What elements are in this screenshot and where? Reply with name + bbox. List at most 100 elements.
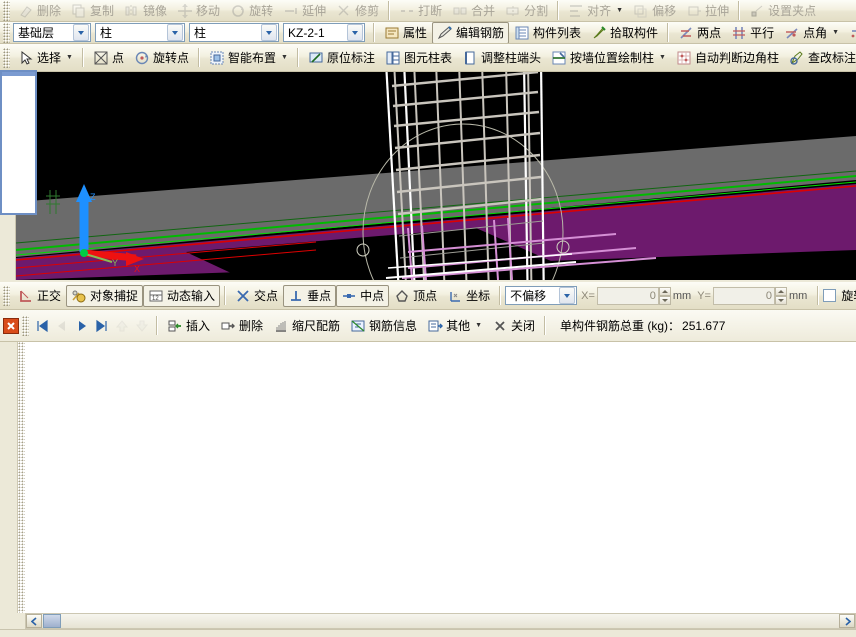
toolbar-item-label: 动态输入 — [167, 288, 216, 303]
table-gutter — [0, 342, 18, 613]
toolbar-item-label: 交点 — [254, 288, 279, 303]
perpendicular-snap-button[interactable]: 垂点 — [283, 284, 337, 307]
point-button[interactable]: 点 — [88, 47, 129, 69]
intersection-snap-button[interactable]: 交点 — [230, 285, 283, 307]
svg-text:12: 12 — [152, 296, 159, 302]
table-grip-dots[interactable] — [18, 342, 25, 613]
chevron-down-icon[interactable]: ▼ — [281, 54, 288, 61]
last-record-button[interactable] — [92, 316, 112, 336]
select-arrow-button[interactable]: 选择 ▼ — [13, 47, 78, 69]
smart-layout-button[interactable]: 智能布置 ▼ — [204, 47, 293, 69]
check-edit-annotation-button[interactable]: 查改标注 — [784, 47, 856, 69]
divider — [544, 316, 547, 335]
rotate-checkbox[interactable] — [823, 289, 837, 302]
chevron-down-icon[interactable] — [73, 24, 89, 41]
scale-rebar-button[interactable]: 缩尺配筋 — [268, 315, 345, 337]
element-column-table-button[interactable]: 图元柱表 — [380, 47, 457, 69]
floor-combo[interactable]: 基础层 — [13, 23, 91, 42]
align-button: 对齐 ▼ — [563, 0, 628, 21]
toolbar-item-label: 合并 — [471, 3, 496, 18]
x-offset-input[interactable]: 0 — [596, 286, 659, 305]
pick-member-button[interactable]: 拾取构件 — [586, 22, 663, 43]
adjust-column-end-button[interactable]: 调整柱端头 — [457, 47, 546, 69]
close-button[interactable]: 关闭 — [487, 315, 540, 337]
other-button[interactable]: 其他 ▼ — [422, 315, 487, 337]
chevron-down-icon[interactable]: ▼ — [475, 322, 482, 329]
horizontal-scrollbar[interactable] — [25, 613, 856, 629]
chevron-down-icon[interactable] — [167, 24, 183, 41]
toolbar-grip[interactable] — [3, 285, 10, 306]
total-weight-label: 单构件钢筋总重 (kg)： — [560, 319, 681, 333]
category-combo[interactable]: 柱 — [95, 23, 185, 42]
offset-mode-value: 不偏移 — [510, 289, 547, 303]
auto-corner-column-button[interactable]: 自动判断边角柱 — [671, 47, 784, 69]
3d-scene: Z X Y — [16, 72, 856, 280]
chevron-down-icon[interactable] — [261, 24, 277, 41]
toolbar-grip[interactable] — [3, 22, 10, 43]
vertex-snap-button[interactable]: 顶点 — [389, 285, 442, 307]
next-record-button[interactable] — [72, 316, 92, 336]
ortho-button[interactable]: 正交 — [13, 285, 66, 307]
member-combo[interactable]: KZ-2-1 — [283, 23, 365, 42]
3d-viewport[interactable]: Z X Y — [16, 72, 856, 280]
chevron-down-icon[interactable]: ▼ — [659, 54, 666, 61]
toolbar-item-label: 中点 — [360, 288, 385, 303]
type-combo[interactable]: 柱 — [189, 23, 279, 42]
three-point-axis-button[interactable]: 三点辅轴▼ — [844, 22, 856, 43]
break-button: 打断 — [394, 0, 447, 21]
delete-row-button[interactable]: 删除 — [215, 315, 268, 337]
point-angle-button[interactable]: 点角 ▼ — [779, 22, 844, 43]
y-offset-input[interactable]: 0 — [712, 286, 775, 305]
divider — [667, 23, 670, 42]
split-button: 分割 — [500, 0, 553, 21]
scroll-right-button[interactable] — [839, 614, 855, 628]
properties-button[interactable]: 属性 — [379, 22, 432, 43]
in-place-annotation-button[interactable]: 原位标注 — [303, 47, 380, 69]
chevron-down-icon[interactable] — [347, 24, 363, 41]
two-point-axis-button[interactable]: 两点 — [673, 22, 726, 43]
chevron-down-icon[interactable]: ▼ — [66, 54, 73, 61]
insert-row-button[interactable]: 插入 — [162, 315, 215, 337]
floor-combo-value: 基础层 — [18, 26, 55, 40]
horizontal-scrollbar-thumb[interactable] — [43, 614, 61, 628]
offset-mode-combo[interactable]: 不偏移 — [505, 286, 578, 305]
edit-rebar-button[interactable]: 编辑钢筋 — [432, 22, 510, 43]
rebar-info-button[interactable]: 钢筋信息 — [345, 315, 422, 337]
toolbar-item-label: 设置夹点 — [768, 3, 817, 18]
toolbar-item-label: 旋转 — [249, 3, 274, 18]
toolbar-item-label: 镜像 — [143, 3, 168, 18]
toolbar-item-label: 垂点 — [307, 288, 332, 303]
edit-toolbar: 删除 复制 镜像 移动 旋转 延伸 修剪 打断 合并 分割 对齐 ▼ 偏移 拉伸 设置夹点 — [0, 0, 856, 22]
rebar-table-container[interactable]: 筋号直径(mm)级别图号图形计算公式公式描述长度(mm)根数 1*B边纵筋.12… — [0, 342, 856, 613]
toolbar-grip[interactable] — [3, 47, 10, 68]
toolbar-item-label: 选择 — [37, 50, 62, 65]
coordinate-snap-button[interactable]: 坐标 — [442, 285, 495, 307]
offset-button: 偏移 — [628, 0, 681, 21]
chevron-down-icon[interactable] — [559, 287, 576, 304]
dynamic-input-button[interactable]: 12 动态输入 — [143, 284, 221, 307]
chevron-down-icon[interactable]: ▼ — [616, 7, 623, 14]
rotate-point-button[interactable]: 旋转点 — [129, 47, 194, 69]
record-nav-group — [32, 316, 152, 336]
midpoint-snap-button[interactable]: 中点 — [336, 284, 390, 307]
scroll-left-button[interactable] — [26, 614, 42, 628]
toolbar-grip[interactable] — [22, 315, 29, 336]
toolbar-item-label: 对象捕捉 — [90, 288, 139, 303]
object-snap-button[interactable]: 对象捕捉 — [66, 284, 144, 307]
toolbar-grip[interactable] — [3, 0, 10, 21]
first-record-button[interactable] — [32, 316, 52, 336]
scrollbar-left-corner — [0, 613, 25, 629]
chevron-down-icon[interactable]: ▼ — [832, 29, 839, 36]
member-list-button[interactable]: 构件列表 — [509, 22, 586, 43]
selector-toolbar-strip: 基础层 柱 柱 KZ-2-1 属性 编辑钢筋 构件列表 拾取构件 两点 平行 点角 ▼ 三点辅轴▼ — [0, 22, 856, 44]
draw-column-by-wall-button[interactable]: 按墙位置绘制柱 ▼ — [546, 47, 671, 69]
category-combo-value: 柱 — [100, 26, 113, 40]
floating-panel[interactable] — [0, 70, 37, 215]
rotate-checkbox-group[interactable]: 旋转 — [823, 289, 856, 303]
floating-panel-titlebar[interactable] — [2, 72, 35, 76]
y-offset-stepper[interactable] — [774, 286, 787, 305]
parallel-axis-button[interactable]: 平行 — [726, 22, 779, 43]
toolbar-item-label: 分割 — [524, 3, 549, 18]
close-panel-icon[interactable] — [3, 317, 19, 334]
x-offset-stepper[interactable] — [658, 286, 671, 305]
